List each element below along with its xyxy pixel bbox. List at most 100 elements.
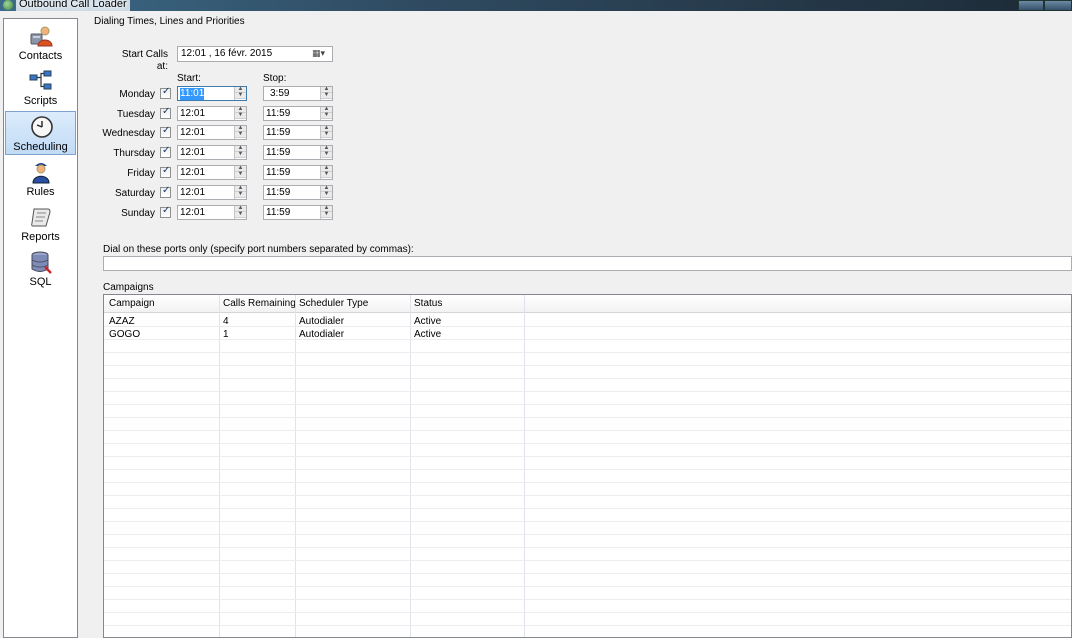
row-gridline bbox=[104, 456, 1071, 457]
start-time-spinner[interactable]: 11:01 ▲ ▼ bbox=[177, 86, 247, 101]
table-header: Campaign Calls Remaining Scheduler Type … bbox=[104, 295, 1071, 313]
day-label: Wednesday bbox=[102, 128, 155, 139]
title-bar: Outbound Call Loader bbox=[0, 0, 1072, 11]
clock-icon bbox=[31, 116, 53, 138]
spin-down-icon[interactable]: ▼ bbox=[321, 211, 332, 218]
row-gridline bbox=[104, 573, 1071, 574]
spin-down-icon[interactable]: ▼ bbox=[321, 131, 332, 138]
start-time-spinner[interactable]: 12:01 ▲ ▼ bbox=[177, 185, 247, 200]
scripts-icon bbox=[29, 70, 52, 90]
row-gridline bbox=[104, 599, 1071, 600]
spin-down-icon[interactable]: ▼ bbox=[321, 171, 332, 178]
sidebar-item-label: Scripts bbox=[23, 95, 58, 107]
day-enabled-checkbox[interactable]: ✓ bbox=[160, 125, 171, 138]
sidebar-item-sql[interactable]: SQL bbox=[5, 247, 76, 291]
stop-column-header: Stop: bbox=[263, 73, 287, 84]
start-calls-value: 12:01 , 16 févr. 2015 bbox=[181, 48, 273, 59]
spin-down-icon[interactable]: ▼ bbox=[321, 92, 332, 99]
day-label: Saturday bbox=[114, 188, 155, 199]
start-calls-label: Start Calls at: bbox=[121, 49, 168, 72]
contacts-icon bbox=[30, 26, 53, 47]
stop-time-spinner[interactable]: 3:59 ▲ ▼ bbox=[263, 86, 333, 101]
stop-time-spinner[interactable]: 11:59 ▲ ▼ bbox=[263, 165, 333, 180]
campaigns-table[interactable]: Campaign Calls Remaining Scheduler Type … bbox=[103, 294, 1072, 638]
stop-time-spinner[interactable]: 11:59 ▲ ▼ bbox=[263, 205, 333, 220]
sidebar-item-reports[interactable]: Reports bbox=[5, 202, 76, 246]
start-time-value: 12:01 bbox=[180, 167, 206, 178]
day-enabled-checkbox[interactable]: ✓ bbox=[160, 165, 171, 178]
navigation-sidebar: Contacts Scripts Scheduling Rules Report… bbox=[3, 18, 78, 638]
sidebar-item-scripts[interactable]: Scripts bbox=[5, 66, 76, 110]
spin-down-icon[interactable]: ▼ bbox=[235, 131, 246, 138]
day-enabled-checkbox[interactable]: ✓ bbox=[160, 145, 171, 158]
stop-time-value: 11:59 bbox=[266, 167, 291, 178]
start-time-spinner[interactable]: 12:01 ▲ ▼ bbox=[177, 125, 247, 140]
stop-time-value: 11:59 bbox=[266, 187, 291, 198]
minimize-button[interactable] bbox=[1018, 0, 1044, 11]
stop-time-value: 11:59 bbox=[266, 147, 291, 158]
day-enabled-checkbox[interactable]: ✓ bbox=[160, 205, 171, 218]
spin-down-icon[interactable]: ▼ bbox=[235, 92, 246, 99]
sidebar-item-label: SQL bbox=[29, 276, 52, 288]
start-time-spinner[interactable]: 12:01 ▲ ▼ bbox=[177, 145, 247, 160]
column-header-campaign[interactable]: Campaign bbox=[109, 298, 155, 309]
stop-time-spinner[interactable]: 11:59 ▲ ▼ bbox=[263, 106, 333, 121]
row-gridline bbox=[104, 495, 1071, 496]
cell-scheduler-type: Autodialer bbox=[299, 329, 345, 340]
start-time-spinner[interactable]: 12:01 ▲ ▼ bbox=[177, 165, 247, 180]
column-header-status[interactable]: Status bbox=[414, 298, 442, 309]
window-title: Outbound Call Loader bbox=[16, 0, 130, 11]
row-gridline bbox=[104, 469, 1071, 470]
cell-status: Active bbox=[414, 329, 442, 340]
ports-input[interactable] bbox=[103, 256, 1072, 271]
cell-status: Active bbox=[414, 316, 442, 327]
row-gridline bbox=[104, 534, 1071, 535]
sidebar-item-scheduling[interactable]: Scheduling bbox=[5, 111, 76, 155]
spin-down-icon[interactable]: ▼ bbox=[235, 191, 246, 198]
row-gridline bbox=[104, 586, 1071, 587]
row-gridline bbox=[104, 365, 1071, 366]
column-header-calls-remaining[interactable]: Calls Remaining bbox=[223, 298, 296, 309]
start-calls-datepicker[interactable]: 12:01 , 16 févr. 2015 ▦▾ bbox=[177, 46, 333, 62]
cell-calls-remaining: 4 bbox=[223, 316, 229, 327]
stop-time-spinner[interactable]: 11:59 ▲ ▼ bbox=[263, 185, 333, 200]
spin-down-icon[interactable]: ▼ bbox=[321, 191, 332, 198]
stop-time-value: 11:59 bbox=[266, 207, 291, 218]
start-time-spinner[interactable]: 12:01 ▲ ▼ bbox=[177, 106, 247, 121]
sidebar-item-rules[interactable]: Rules bbox=[5, 157, 76, 201]
spin-down-icon[interactable]: ▼ bbox=[321, 151, 332, 158]
row-gridline bbox=[104, 339, 1071, 340]
row-gridline bbox=[104, 417, 1071, 418]
day-enabled-checkbox[interactable]: ✓ bbox=[160, 185, 171, 198]
spin-down-icon[interactable]: ▼ bbox=[235, 112, 246, 119]
start-time-value: 12:01 bbox=[180, 127, 206, 138]
day-enabled-checkbox[interactable]: ✓ bbox=[160, 106, 171, 119]
stop-time-value: 11:59 bbox=[266, 127, 291, 138]
calendar-dropdown-icon[interactable]: ▦▾ bbox=[312, 48, 330, 60]
spin-down-icon[interactable]: ▼ bbox=[235, 151, 246, 158]
column-header-scheduler-type[interactable]: Scheduler Type bbox=[299, 298, 368, 309]
row-gridline bbox=[104, 560, 1071, 561]
sidebar-item-contacts[interactable]: Contacts bbox=[5, 21, 76, 65]
day-enabled-checkbox[interactable]: ✓ bbox=[160, 86, 171, 99]
spin-down-icon[interactable]: ▼ bbox=[235, 211, 246, 218]
app-icon bbox=[3, 0, 13, 10]
day-label: Friday bbox=[127, 168, 155, 179]
reports-icon bbox=[31, 208, 51, 227]
row-gridline bbox=[104, 404, 1071, 405]
campaigns-title: Campaigns bbox=[103, 282, 154, 293]
start-column-header: Start: bbox=[177, 73, 201, 84]
cell-calls-remaining: 1 bbox=[223, 329, 229, 340]
maximize-button[interactable] bbox=[1044, 0, 1072, 11]
database-icon bbox=[31, 251, 52, 274]
row-gridline bbox=[104, 508, 1071, 509]
row-gridline bbox=[104, 378, 1071, 379]
stop-time-spinner[interactable]: 11:59 ▲ ▼ bbox=[263, 125, 333, 140]
row-gridline bbox=[104, 430, 1071, 431]
start-time-spinner[interactable]: 12:01 ▲ ▼ bbox=[177, 205, 247, 220]
spin-down-icon[interactable]: ▼ bbox=[235, 171, 246, 178]
day-label: Thursday bbox=[113, 148, 155, 159]
start-time-value: 12:01 bbox=[180, 187, 206, 198]
stop-time-spinner[interactable]: 11:59 ▲ ▼ bbox=[263, 145, 333, 160]
spin-down-icon[interactable]: ▼ bbox=[321, 112, 332, 119]
